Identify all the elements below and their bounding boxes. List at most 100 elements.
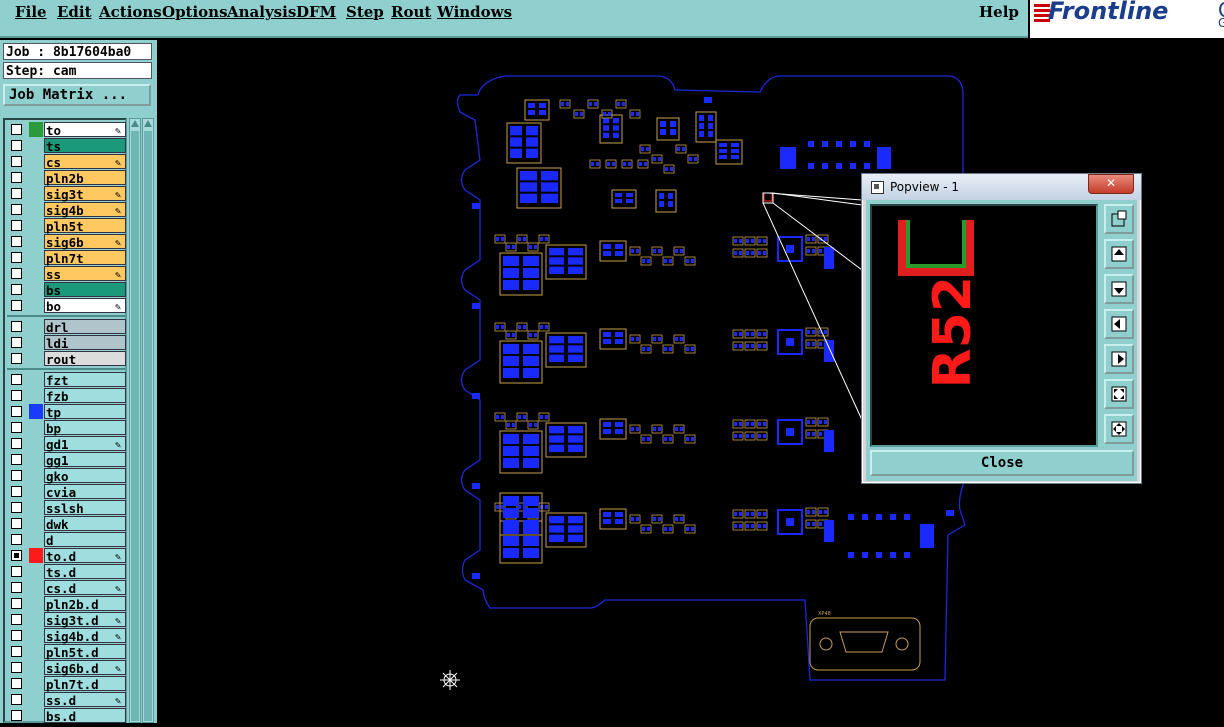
layer-row[interactable]: sig3t ✎ xyxy=(7,186,127,202)
layer-name[interactable]: dwk xyxy=(44,516,126,532)
layer-name[interactable]: pln7t xyxy=(44,250,126,266)
layer-checkbox[interactable] xyxy=(11,422,22,433)
pan-left-button[interactable] xyxy=(1104,309,1134,339)
layer-row[interactable]: ss.d ✎ xyxy=(7,692,127,708)
pan-up-button[interactable] xyxy=(1104,239,1134,269)
layer-checkbox[interactable] xyxy=(11,300,22,311)
layer-checkbox[interactable] xyxy=(11,646,22,657)
layer-row[interactable]: sig6b.d ✎ xyxy=(7,660,127,676)
layer-checkbox[interactable] xyxy=(11,390,22,401)
layer-row[interactable]: pln5t xyxy=(7,218,127,234)
layer-checkbox[interactable] xyxy=(11,486,22,497)
menu-actions[interactable]: Actions xyxy=(99,3,162,21)
layer-checkbox[interactable] xyxy=(11,284,22,295)
layer-row[interactable]: sig3t.d ✎ xyxy=(7,612,127,628)
layer-checkbox[interactable] xyxy=(11,566,22,577)
layer-checkbox[interactable] xyxy=(11,534,22,545)
layer-name[interactable]: gg1 xyxy=(44,452,126,468)
menu-edit[interactable]: Edit xyxy=(57,3,92,21)
layer-name[interactable]: pln7t.d xyxy=(44,676,126,692)
layer-row[interactable]: pln2b xyxy=(7,170,127,186)
layer-name[interactable]: sig3t ✎ xyxy=(44,186,126,202)
layer-checkbox[interactable] xyxy=(11,220,22,231)
layer-scrollbar-right[interactable] xyxy=(142,118,154,723)
layer-checkbox[interactable] xyxy=(11,710,22,721)
layer-name[interactable]: bs.d xyxy=(44,708,126,724)
layer-checkbox[interactable] xyxy=(11,188,22,199)
layer-checkbox[interactable] xyxy=(11,337,22,348)
layer-row[interactable]: pln7t.d xyxy=(7,676,127,692)
layer-checkbox[interactable] xyxy=(11,662,22,673)
layer-checkbox[interactable] xyxy=(11,470,22,481)
layer-name[interactable]: sig4b.d ✎ xyxy=(44,628,126,644)
layer-name[interactable]: to ✎ xyxy=(44,122,126,138)
layer-name[interactable]: cvia xyxy=(44,484,126,500)
layer-row[interactable]: cvia xyxy=(7,484,127,500)
layer-row[interactable]: rout xyxy=(7,351,127,367)
zoom-in-button[interactable] xyxy=(1104,204,1134,234)
layer-row[interactable]: bp xyxy=(7,420,127,436)
layer-row[interactable]: to.d ✎ xyxy=(7,548,127,564)
menu-file[interactable]: File xyxy=(15,3,47,21)
layer-checkbox[interactable] xyxy=(11,236,22,247)
layer-checkbox[interactable] xyxy=(11,268,22,279)
layer-color-swatch[interactable] xyxy=(29,548,43,563)
layer-name[interactable]: gd1 ✎ xyxy=(44,436,126,452)
layer-name[interactable]: ldi xyxy=(44,335,126,351)
layer-row[interactable]: gg1 xyxy=(7,452,127,468)
layer-row[interactable]: bo ✎ xyxy=(7,298,127,314)
layer-row[interactable]: gko xyxy=(7,468,127,484)
layer-row[interactable]: ts xyxy=(7,138,127,154)
layer-name[interactable]: fzb xyxy=(44,388,126,404)
menu-dfm[interactable]: DFM xyxy=(296,3,336,21)
layer-name[interactable]: ts.d xyxy=(44,564,126,580)
layer-checkbox[interactable] xyxy=(11,502,22,513)
layer-row[interactable]: pln5t.d xyxy=(7,644,127,660)
layer-name[interactable]: rout xyxy=(44,351,126,367)
layer-row[interactable]: sslsh xyxy=(7,500,127,516)
layer-checkbox[interactable] xyxy=(11,630,22,641)
layer-name[interactable]: cs.d ✎ xyxy=(44,580,126,596)
layer-name[interactable]: pln5t.d xyxy=(44,644,126,660)
job-matrix-button[interactable]: Job Matrix ... xyxy=(3,84,151,106)
layer-row[interactable]: sig4b ✎ xyxy=(7,202,127,218)
layer-checkbox[interactable] xyxy=(11,550,22,561)
layer-checkbox[interactable] xyxy=(11,321,22,332)
zoom-fit-button[interactable] xyxy=(1104,379,1134,409)
popview-close-button[interactable]: Close xyxy=(870,450,1134,476)
layer-checkbox[interactable] xyxy=(11,172,22,183)
popview-titlebar[interactable]: Popview - 1 ✕ xyxy=(862,174,1141,200)
layer-name[interactable]: ss ✎ xyxy=(44,266,126,282)
layer-name[interactable]: pln5t xyxy=(44,218,126,234)
layer-checkbox[interactable] xyxy=(11,406,22,417)
layer-name[interactable]: d xyxy=(44,532,126,548)
layer-checkbox[interactable] xyxy=(11,140,22,151)
menu-step[interactable]: Step xyxy=(346,3,384,21)
layer-name[interactable]: sig4b ✎ xyxy=(44,202,126,218)
layer-row[interactable]: ldi xyxy=(7,335,127,351)
layer-name[interactable]: fzt xyxy=(44,372,126,388)
layer-name[interactable]: sslsh xyxy=(44,500,126,516)
layer-checkbox[interactable] xyxy=(11,124,22,135)
pan-right-button[interactable] xyxy=(1104,344,1134,374)
layer-row[interactable]: to ✎ xyxy=(7,122,127,138)
menu-help[interactable]: Help xyxy=(979,3,1019,21)
layer-row[interactable]: fzt xyxy=(7,372,127,388)
layer-row[interactable]: pln2b.d xyxy=(7,596,127,612)
layer-color-swatch[interactable] xyxy=(29,404,43,419)
layer-checkbox[interactable] xyxy=(11,252,22,263)
layer-row[interactable]: drl xyxy=(7,319,127,335)
layer-name[interactable]: bo ✎ xyxy=(44,298,126,314)
layer-row[interactable]: cs.d ✎ xyxy=(7,580,127,596)
layer-checkbox[interactable] xyxy=(11,598,22,609)
layer-checkbox[interactable] xyxy=(11,353,22,364)
layer-name[interactable]: gko xyxy=(44,468,126,484)
layer-name[interactable]: ts xyxy=(44,138,126,154)
pan-down-button[interactable] xyxy=(1104,274,1134,304)
layer-row[interactable]: ts.d xyxy=(7,564,127,580)
layer-name[interactable]: bs xyxy=(44,282,126,298)
layer-row[interactable]: sig4b.d ✎ xyxy=(7,628,127,644)
close-icon[interactable]: ✕ xyxy=(1088,174,1134,194)
layer-row[interactable]: ss ✎ xyxy=(7,266,127,282)
layer-row[interactable]: tp xyxy=(7,404,127,420)
